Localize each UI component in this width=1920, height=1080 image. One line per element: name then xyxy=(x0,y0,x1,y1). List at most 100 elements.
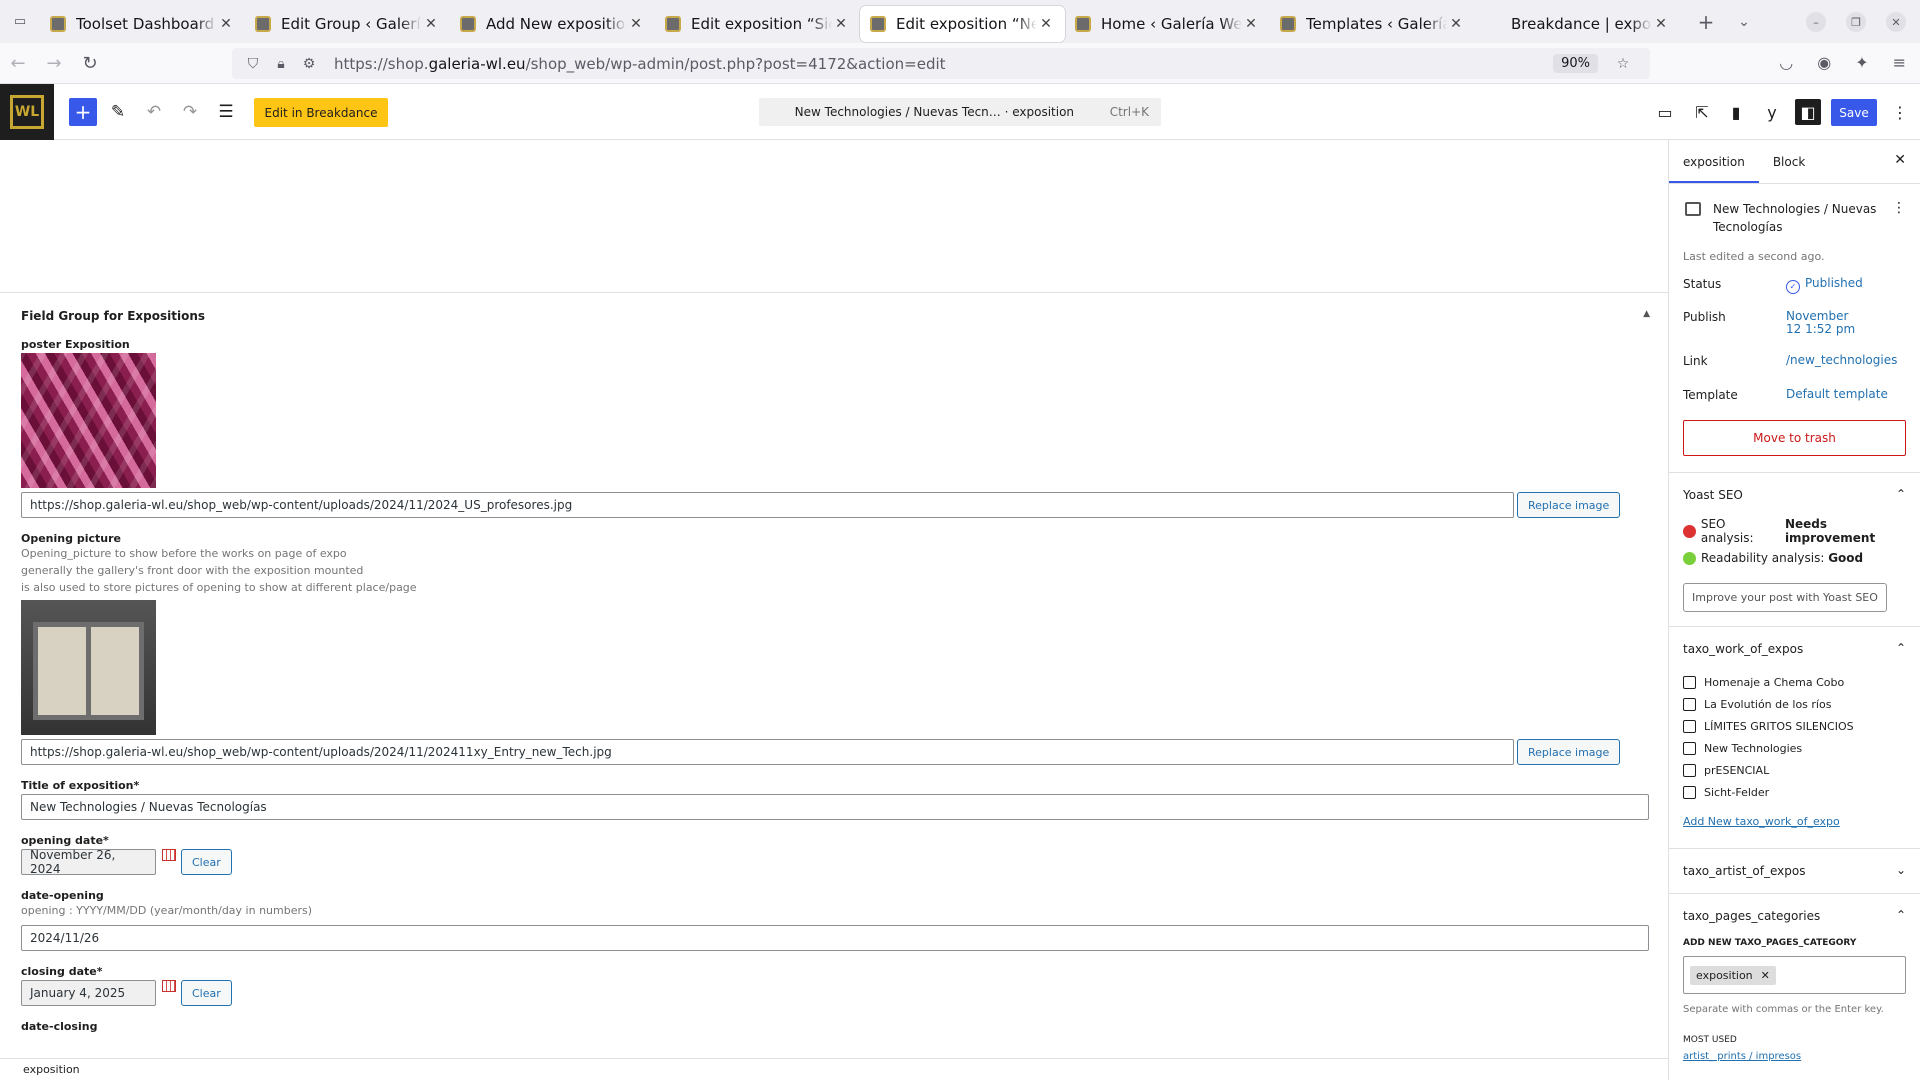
replace-opening-button[interactable]: Replace image xyxy=(1517,739,1621,765)
term-checkbox-row[interactable]: New Technologies xyxy=(1669,737,1920,759)
field-group-header[interactable]: Field Group for Expositions ▲ xyxy=(0,293,1668,338)
calendar-icon[interactable] xyxy=(162,980,176,992)
term-checkbox-row[interactable]: prESENCIAL xyxy=(1669,759,1920,781)
url-text[interactable]: https://shop.galeria-wl.eu/shop_web/wp-a… xyxy=(334,55,1553,73)
template-value[interactable]: Default template xyxy=(1786,388,1888,401)
account-icon[interactable]: ◉ xyxy=(1817,53,1831,72)
shield-icon[interactable]: ⛉ xyxy=(242,56,264,72)
view-icon[interactable]: ▭ xyxy=(1652,99,1678,125)
calendar-icon[interactable] xyxy=(162,849,176,861)
title-input[interactable]: New Technologies / Nuevas Tecnologías xyxy=(21,794,1649,820)
close-tab-icon[interactable]: ✕ xyxy=(1242,16,1260,32)
checkbox[interactable] xyxy=(1683,785,1696,799)
browser-tab[interactable]: Edit Group ‹ Galería Weber✕ xyxy=(245,6,450,42)
date-opening-input[interactable]: 2024/11/26 xyxy=(21,925,1649,951)
edit-in-breakdance-button[interactable]: Edit in Breakdance xyxy=(254,98,388,127)
checkbox[interactable] xyxy=(1683,697,1696,711)
checkbox[interactable] xyxy=(1683,719,1696,733)
term-checkbox-row[interactable]: Homenaje a Chema Cobo xyxy=(1669,671,1920,693)
close-tab-icon[interactable]: ✕ xyxy=(1652,16,1670,32)
forward-icon[interactable]: → xyxy=(36,53,72,74)
breakdance-icon[interactable]: ▮ xyxy=(1723,99,1749,125)
term-checkbox-row[interactable]: LÍMITES GRITOS SILENCIOS xyxy=(1669,715,1920,737)
term-checkbox-row[interactable]: Sicht-Felder xyxy=(1669,781,1920,803)
redo-icon[interactable]: ↷ xyxy=(176,98,204,126)
permissions-icon[interactable]: ⚙ xyxy=(298,56,320,72)
undo-icon[interactable]: ↶ xyxy=(140,98,168,126)
save-button[interactable]: Save xyxy=(1831,99,1877,126)
status-value[interactable]: ✓ Published xyxy=(1786,277,1863,294)
site-logo[interactable]: WL xyxy=(0,84,54,140)
improve-yoast-button[interactable]: Improve your post with Yoast SEO xyxy=(1683,583,1887,612)
chevron-up-icon[interactable]: ⌃ xyxy=(1896,641,1906,655)
yoast-icon[interactable]: y xyxy=(1759,99,1785,125)
tab-post[interactable]: exposition xyxy=(1669,140,1759,183)
pocket-icon[interactable]: ◡ xyxy=(1779,53,1793,72)
browser-tab[interactable]: Templates ‹ Galería Weber✕ xyxy=(1270,6,1475,42)
tab-list-icon[interactable]: ▭ xyxy=(0,0,40,43)
options-icon[interactable]: ⋮ xyxy=(1887,99,1913,125)
add-new-work-link[interactable]: Add New taxo_work_of_expo xyxy=(1669,815,1920,828)
tools-pencil-icon[interactable]: ✎ xyxy=(104,98,132,126)
close-tab-icon[interactable]: ✕ xyxy=(1447,16,1465,32)
replace-poster-button[interactable]: Replace image xyxy=(1517,492,1621,518)
opening-date-input[interactable]: November 26, 2024 xyxy=(21,848,156,876)
browser-tab[interactable]: Home ‹ Galería Weber-Lutkow✕ xyxy=(1065,6,1270,42)
yoast-panel-header[interactable]: Yoast SEO ⌃ xyxy=(1669,473,1920,517)
move-to-trash-button[interactable]: Move to trash xyxy=(1683,420,1906,456)
post-actions-icon[interactable]: ⋮ xyxy=(1892,200,1906,216)
close-tab-icon[interactable]: ✕ xyxy=(422,16,440,32)
view-post-icon[interactable]: ⇱ xyxy=(1689,99,1715,125)
chevron-up-icon[interactable]: ⌃ xyxy=(1896,487,1906,501)
minimize-icon[interactable]: – xyxy=(1806,12,1826,32)
close-tab-icon[interactable]: ✕ xyxy=(832,16,850,32)
remove-token-icon[interactable]: ✕ xyxy=(1761,969,1770,982)
lock-icon[interactable]: 🔒︎ xyxy=(270,56,292,72)
clear-opening-date-button[interactable]: Clear xyxy=(181,849,232,875)
list-all-tabs-icon[interactable]: ⌄ xyxy=(1726,14,1762,30)
chevron-down-icon[interactable]: ⌄ xyxy=(1896,863,1906,877)
close-tab-icon[interactable]: ✕ xyxy=(627,16,645,32)
chevron-up-icon[interactable]: ⌃ xyxy=(1896,908,1906,922)
checkbox[interactable] xyxy=(1683,675,1696,689)
category-token-input[interactable]: exposition ✕ xyxy=(1683,956,1906,994)
browser-tab[interactable]: Edit exposition “New Technologies✕ xyxy=(860,5,1065,42)
opening-url-input[interactable]: https://shop.galeria-wl.eu/shop_web/wp-c… xyxy=(21,739,1514,765)
close-window-icon[interactable]: ✕ xyxy=(1886,12,1906,32)
closing-date-input[interactable]: January 4, 2025 xyxy=(21,980,156,1006)
checkbox[interactable] xyxy=(1683,741,1696,755)
publish-value[interactable]: November 12 1:52 pm xyxy=(1786,310,1855,336)
close-sidebar-icon[interactable]: ✕ xyxy=(1894,152,1906,168)
checkbox[interactable] xyxy=(1683,763,1696,777)
collapse-icon[interactable]: ▲ xyxy=(1643,309,1650,319)
settings-sidebar-icon[interactable]: ◧ xyxy=(1795,99,1821,125)
bookmark-star-icon[interactable]: ☆ xyxy=(1612,56,1634,72)
link-value[interactable]: /new_technologies xyxy=(1786,354,1897,367)
new-tab-button[interactable]: + xyxy=(1686,10,1726,34)
address-bar[interactable]: ⛉ 🔒︎ ⚙ https://shop.galeria-wl.eu/shop_w… xyxy=(232,48,1650,79)
browser-tab[interactable]: Breakdance | exposition✕ xyxy=(1475,6,1680,42)
document-overview-icon[interactable]: ☰ xyxy=(212,98,240,126)
term-checkbox-row[interactable]: La Evolutión de los ríos xyxy=(1669,693,1920,715)
post-content-area[interactable] xyxy=(0,140,1668,293)
taxo-work-header[interactable]: taxo_work_of_expos ⌃ xyxy=(1669,627,1920,671)
menu-icon[interactable]: ≡ xyxy=(1893,53,1906,72)
close-tab-icon[interactable]: ✕ xyxy=(217,16,235,32)
extensions-icon[interactable]: ✦ xyxy=(1855,53,1868,72)
back-icon[interactable]: ← xyxy=(0,53,36,74)
clear-closing-date-button[interactable]: Clear xyxy=(181,980,232,1006)
command-palette[interactable]: New Technologies / Nuevas Tecn… · exposi… xyxy=(759,98,1161,126)
block-inserter-button[interactable]: + xyxy=(69,98,97,126)
breadcrumb-item[interactable]: exposition xyxy=(23,1063,80,1076)
tab-block[interactable]: Block xyxy=(1759,140,1819,183)
taxo-pages-header[interactable]: taxo_pages_categories ⌃ xyxy=(1669,894,1920,938)
restore-icon[interactable]: ❐ xyxy=(1846,12,1866,32)
poster-url-input[interactable]: https://shop.galeria-wl.eu/shop_web/wp-c… xyxy=(21,492,1514,518)
close-tab-icon[interactable]: ✕ xyxy=(1037,16,1055,32)
browser-tab[interactable]: Toolset Dashboard ‹ Galería Weber✕ xyxy=(40,6,245,42)
browser-tab[interactable]: Add New exposition ‹ Galería✕ xyxy=(450,6,655,42)
reload-icon[interactable]: ↻ xyxy=(72,53,108,74)
taxo-artist-header[interactable]: taxo_artist_of_expos ⌄ xyxy=(1669,849,1920,893)
most-used-links[interactable]: artist_ prints / impresos xyxy=(1669,1051,1920,1062)
browser-tab[interactable]: Edit exposition “Sicht-Felder”✕ xyxy=(655,6,860,42)
